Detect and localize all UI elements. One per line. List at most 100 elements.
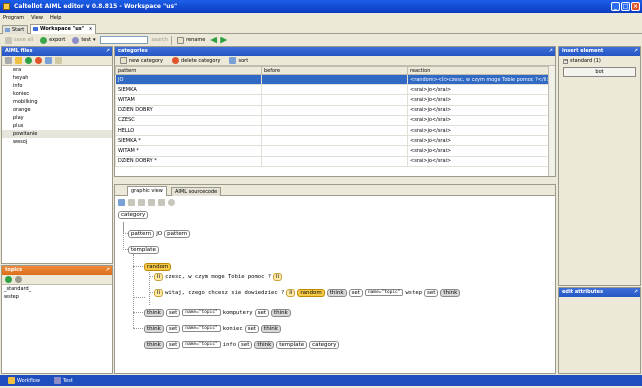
back-arrow-icon[interactable] (210, 36, 218, 44)
list-item[interactable]: heyah (2, 74, 112, 82)
tab-workspace[interactable]: Workspace "us" x (30, 24, 97, 34)
cut-icon[interactable] (138, 198, 145, 206)
list-item[interactable]: info (2, 82, 112, 90)
test-icon (53, 377, 61, 384)
list-item[interactable]: mobilking (2, 98, 112, 106)
node-li-2[interactable]: li witaj, czego chcesz sie dowiedziec ? … (154, 288, 461, 297)
forward-arrow-icon[interactable] (220, 36, 228, 44)
column-header-pattern[interactable]: pattern (115, 66, 262, 75)
app-icon (3, 3, 10, 10)
list-item[interactable]: era (2, 66, 112, 74)
chevron-down-icon: ▾ (92, 37, 96, 43)
tab-start[interactable]: Start (2, 25, 29, 34)
list-item[interactable]: _standard_ (2, 285, 112, 293)
export-button[interactable]: export (38, 35, 67, 45)
home-icon[interactable] (118, 198, 125, 206)
insert-element-panel: insert element ↗ − standard (1) bot (558, 46, 641, 286)
test-tab[interactable]: Test (50, 377, 77, 384)
table-row[interactable]: WITAM * <srai>jo</srai> (115, 145, 550, 157)
delete-node-icon[interactable] (168, 198, 175, 206)
node-think-komputery[interactable]: think set name="topic" komputery set thi… (144, 308, 291, 317)
collapse-icon: − (563, 57, 569, 64)
new-category-button[interactable]: new category (118, 56, 165, 66)
node-category[interactable]: category (118, 210, 149, 219)
save-icon (5, 36, 12, 44)
column-header-reaction[interactable]: reaction (407, 66, 550, 75)
standard-group[interactable]: − standard (1) (559, 56, 640, 66)
list-item-selected[interactable]: powitanie (2, 130, 112, 138)
test-button[interactable]: test ▾ (70, 35, 97, 45)
menu-help[interactable]: Help (50, 13, 61, 23)
window-title-bar: Caltellot AIML editor v 0.8.815 - Worksp… (0, 0, 642, 13)
rename-button[interactable]: rename (175, 35, 207, 45)
node-li-1[interactable]: li czesc, w czym moge Tobie pomoc ? li (154, 272, 283, 281)
search-input[interactable] (100, 36, 149, 44)
pin-icon[interactable]: ↗ (106, 47, 110, 56)
list-item[interactable]: koniec (2, 90, 112, 98)
node-template[interactable]: template (128, 245, 159, 254)
table-row[interactable]: SIEMKA <srai>jo</srai> (115, 84, 550, 96)
workflow-tab[interactable]: Workflow (4, 377, 44, 384)
delete-category-button[interactable]: delete category (170, 56, 222, 66)
insert-bot-button[interactable]: bot (563, 67, 636, 77)
bottom-tab-bar: Workflow Test (0, 375, 642, 386)
add-icon[interactable] (5, 276, 12, 283)
undo-icon[interactable] (128, 198, 135, 206)
aiml-graphic-tree: category pattern JO pattern template ran… (115, 208, 555, 388)
pin-icon[interactable]: ↗ (634, 47, 638, 56)
window-title: Caltellot AIML editor v 0.8.815 - Worksp… (14, 3, 178, 10)
pin-icon[interactable]: ↗ (634, 288, 638, 297)
node-think-info[interactable]: think set name="topic" info set think te… (144, 340, 340, 349)
node-random[interactable]: random (144, 262, 172, 271)
tab-aiml-sourcecode[interactable]: AIML sourcecode (171, 187, 222, 196)
categories-header: categories ↗ (115, 47, 555, 56)
column-header-before[interactable]: before (261, 66, 408, 75)
menu-program[interactable]: Program (3, 13, 24, 23)
categories-panel: categories ↗ new category delete categor… (114, 46, 556, 177)
table-row[interactable]: SIEMKA * <srai>jo</srai> (115, 135, 550, 147)
table-row[interactable]: HELLO <srai>jo</srai> (115, 124, 550, 137)
menu-view[interactable]: View (31, 13, 43, 23)
list-item[interactable]: plus (2, 122, 112, 130)
list-item[interactable]: wstep (2, 293, 112, 301)
maximize-button[interactable]: □ (621, 2, 630, 11)
save-all-button[interactable]: save all (3, 35, 35, 45)
list-item[interactable]: play (2, 114, 112, 122)
list-item[interactable]: orange (2, 106, 112, 114)
search-label[interactable]: search (151, 37, 168, 43)
delete-icon[interactable] (15, 276, 22, 283)
table-row[interactable]: DZIEN DOBRY * <srai>jo</srai> (115, 155, 550, 167)
import-icon[interactable] (45, 57, 52, 64)
properties-icon[interactable] (55, 57, 62, 64)
pin-icon[interactable]: ↗ (106, 266, 110, 275)
gear-icon (72, 36, 80, 44)
close-tab-icon[interactable]: x (89, 26, 92, 32)
vertical-scrollbar[interactable] (548, 66, 555, 176)
close-window-button[interactable]: × (631, 2, 640, 11)
delete-icon[interactable] (35, 57, 42, 64)
minimize-button[interactable]: _ (611, 2, 620, 11)
tab-graphic-view[interactable]: graphic view (127, 186, 167, 196)
table-row-selected[interactable]: JO <random><li>czesc, w czym moge Tobie p… (115, 73, 550, 86)
edit-attributes-panel: edit attributes ↗ (558, 287, 641, 374)
add-icon[interactable] (25, 57, 32, 64)
paste-icon[interactable] (158, 198, 165, 206)
topics-panel: topics ↗ _standard_ wstep (1, 265, 113, 374)
delete-icon (172, 57, 180, 64)
node-think-koniec[interactable]: think set name="topic" koniec set think (144, 324, 281, 333)
menu-bar: Program View Help (0, 13, 642, 23)
topics-list: _standard_ wstep (2, 285, 112, 301)
sort-icon (229, 57, 237, 64)
table-row[interactable]: DZIEN DOBRY <srai>jo</srai> (115, 104, 550, 116)
sort-button[interactable]: sort (227, 56, 250, 66)
open-folder-icon[interactable] (15, 57, 22, 64)
aiml-files-header: AIML files ↗ (2, 47, 112, 56)
table-row[interactable]: CZESC <srai>jo</srai> (115, 114, 550, 126)
edit-attributes-header: edit attributes ↗ (559, 288, 640, 297)
table-row[interactable]: WITAM <srai>jo</srai> (115, 94, 550, 106)
copy-icon[interactable] (148, 198, 155, 206)
new-file-icon[interactable] (5, 57, 12, 64)
node-pattern[interactable]: pattern JO pattern (128, 229, 191, 238)
pin-icon[interactable]: ↗ (549, 47, 553, 56)
list-item[interactable]: wesoj (2, 138, 112, 146)
